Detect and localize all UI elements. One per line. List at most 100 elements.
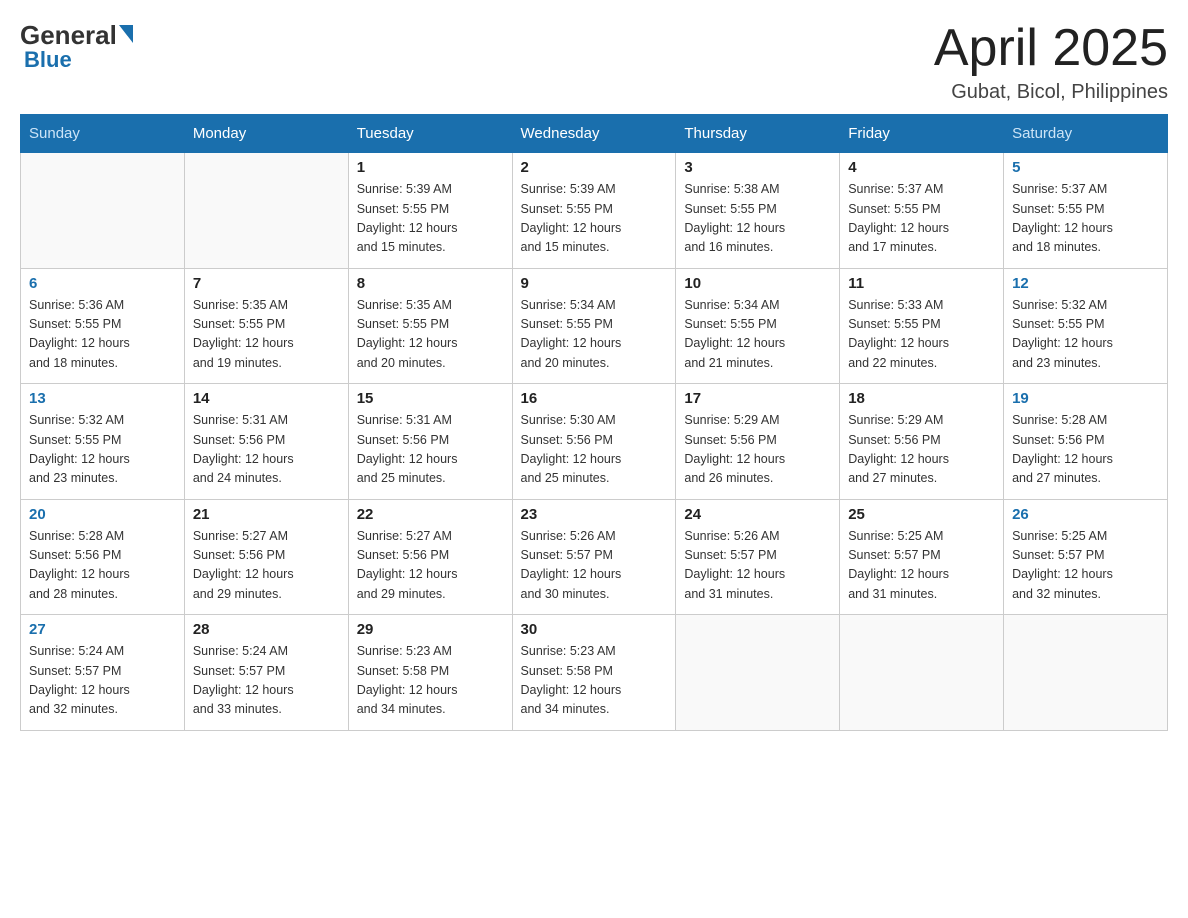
day-info: Sunrise: 5:24 AM Sunset: 5:57 PM Dayligh… — [29, 642, 176, 720]
day-info: Sunrise: 5:26 AM Sunset: 5:57 PM Dayligh… — [521, 527, 668, 605]
day-info: Sunrise: 5:34 AM Sunset: 5:55 PM Dayligh… — [521, 296, 668, 374]
day-number: 23 — [521, 506, 668, 523]
day-info: Sunrise: 5:31 AM Sunset: 5:56 PM Dayligh… — [193, 411, 340, 489]
day-number: 15 — [357, 390, 504, 407]
location-title: Gubat, Bicol, Philippines — [934, 81, 1168, 104]
title-area: April 2025 Gubat, Bicol, Philippines — [934, 20, 1168, 104]
day-number: 17 — [684, 390, 831, 407]
day-number: 24 — [684, 506, 831, 523]
page-header: General Blue April 2025 Gubat, Bicol, Ph… — [20, 20, 1168, 104]
day-number: 27 — [29, 621, 176, 638]
header-wednesday: Wednesday — [512, 115, 676, 153]
calendar-header-row: SundayMondayTuesdayWednesdayThursdayFrid… — [21, 115, 1168, 153]
day-info: Sunrise: 5:32 AM Sunset: 5:55 PM Dayligh… — [29, 411, 176, 489]
calendar-cell: 11 Sunrise: 5:33 AM Sunset: 5:55 PM Dayli… — [840, 268, 1004, 384]
day-info: Sunrise: 5:23 AM Sunset: 5:58 PM Dayligh… — [357, 642, 504, 720]
day-info: Sunrise: 5:27 AM Sunset: 5:56 PM Dayligh… — [357, 527, 504, 605]
calendar-cell: 27 Sunrise: 5:24 AM Sunset: 5:57 PM Dayli… — [21, 615, 185, 731]
day-number: 20 — [29, 506, 176, 523]
calendar-cell: 18Sunrise: 5:29 AM Sunset: 5:56 PM Dayli… — [840, 384, 1004, 500]
month-title: April 2025 — [934, 20, 1168, 77]
day-info: Sunrise: 5:36 AM Sunset: 5:55 PM Dayligh… — [29, 296, 176, 374]
calendar-week-row: 20 Sunrise: 5:28 AM Sunset: 5:56 PM Dayli… — [21, 499, 1168, 615]
calendar-cell: 13 Sunrise: 5:32 AM Sunset: 5:55 PM Dayli… — [21, 384, 185, 500]
calendar-cell — [184, 153, 348, 269]
calendar-cell — [676, 615, 840, 731]
calendar-cell: 17Sunrise: 5:29 AM Sunset: 5:56 PM Dayli… — [676, 384, 840, 500]
header-thursday: Thursday — [676, 115, 840, 153]
calendar-cell: 14 Sunrise: 5:31 AM Sunset: 5:56 PM Dayli… — [184, 384, 348, 500]
calendar-cell: 24Sunrise: 5:26 AM Sunset: 5:57 PM Dayli… — [676, 499, 840, 615]
day-info: Sunrise: 5:25 AM Sunset: 5:57 PM Dayligh… — [848, 527, 995, 605]
day-number: 16 — [521, 390, 668, 407]
day-number: 25 — [848, 506, 995, 523]
day-info: Sunrise: 5:38 AM Sunset: 5:55 PM Dayligh… — [684, 180, 831, 258]
calendar-cell: 9 Sunrise: 5:34 AM Sunset: 5:55 PM Daylig… — [512, 268, 676, 384]
calendar-cell — [21, 153, 185, 269]
day-info: Sunrise: 5:23 AM Sunset: 5:58 PM Dayligh… — [521, 642, 668, 720]
day-info: Sunrise: 5:37 AM Sunset: 5:55 PM Dayligh… — [1012, 180, 1159, 258]
calendar-cell: 5 Sunrise: 5:37 AM Sunset: 5:55 PM Daylig… — [1004, 153, 1168, 269]
calendar-week-row: 13 Sunrise: 5:32 AM Sunset: 5:55 PM Dayli… — [21, 384, 1168, 500]
day-number: 1 — [357, 159, 504, 176]
day-number: 3 — [684, 159, 831, 176]
calendar-week-row: 27 Sunrise: 5:24 AM Sunset: 5:57 PM Dayli… — [21, 615, 1168, 731]
day-number: 11 — [848, 275, 995, 292]
calendar-cell: 23 Sunrise: 5:26 AM Sunset: 5:57 PM Dayli… — [512, 499, 676, 615]
day-number: 10 — [684, 275, 831, 292]
calendar-cell: 3 Sunrise: 5:38 AM Sunset: 5:55 PM Daylig… — [676, 153, 840, 269]
day-number: 5 — [1012, 159, 1159, 176]
logo-triangle-icon — [119, 25, 133, 43]
day-number: 2 — [521, 159, 668, 176]
header-tuesday: Tuesday — [348, 115, 512, 153]
calendar-cell: 16 Sunrise: 5:30 AM Sunset: 5:56 PM Dayli… — [512, 384, 676, 500]
calendar-week-row: 1 Sunrise: 5:39 AM Sunset: 5:55 PM Daylig… — [21, 153, 1168, 269]
calendar-cell — [1004, 615, 1168, 731]
day-number: 9 — [521, 275, 668, 292]
day-number: 4 — [848, 159, 995, 176]
day-info: Sunrise: 5:39 AM Sunset: 5:55 PM Dayligh… — [521, 180, 668, 258]
calendar-cell: 26Sunrise: 5:25 AM Sunset: 5:57 PM Dayli… — [1004, 499, 1168, 615]
day-info: Sunrise: 5:24 AM Sunset: 5:57 PM Dayligh… — [193, 642, 340, 720]
logo: General Blue — [20, 20, 133, 73]
header-sunday: Sunday — [21, 115, 185, 153]
day-info: Sunrise: 5:25 AM Sunset: 5:57 PM Dayligh… — [1012, 527, 1159, 605]
calendar-cell: 7 Sunrise: 5:35 AM Sunset: 5:55 PM Daylig… — [184, 268, 348, 384]
calendar-cell: 30 Sunrise: 5:23 AM Sunset: 5:58 PM Dayli… — [512, 615, 676, 731]
day-info: Sunrise: 5:34 AM Sunset: 5:55 PM Dayligh… — [684, 296, 831, 374]
day-info: Sunrise: 5:39 AM Sunset: 5:55 PM Dayligh… — [357, 180, 504, 258]
header-saturday: Saturday — [1004, 115, 1168, 153]
day-info: Sunrise: 5:35 AM Sunset: 5:55 PM Dayligh… — [193, 296, 340, 374]
calendar-week-row: 6 Sunrise: 5:36 AM Sunset: 5:55 PM Daylig… — [21, 268, 1168, 384]
day-info: Sunrise: 5:28 AM Sunset: 5:56 PM Dayligh… — [29, 527, 176, 605]
day-number: 7 — [193, 275, 340, 292]
logo-blue-text: Blue — [24, 47, 72, 73]
day-info: Sunrise: 5:35 AM Sunset: 5:55 PM Dayligh… — [357, 296, 504, 374]
header-monday: Monday — [184, 115, 348, 153]
calendar-cell: 4 Sunrise: 5:37 AM Sunset: 5:55 PM Daylig… — [840, 153, 1004, 269]
calendar-cell: 28Sunrise: 5:24 AM Sunset: 5:57 PM Dayli… — [184, 615, 348, 731]
calendar-cell: 6 Sunrise: 5:36 AM Sunset: 5:55 PM Daylig… — [21, 268, 185, 384]
day-number: 30 — [521, 621, 668, 638]
day-number: 12 — [1012, 275, 1159, 292]
calendar-cell: 15 Sunrise: 5:31 AM Sunset: 5:56 PM Dayli… — [348, 384, 512, 500]
calendar-cell: 1 Sunrise: 5:39 AM Sunset: 5:55 PM Daylig… — [348, 153, 512, 269]
calendar-cell: 2 Sunrise: 5:39 AM Sunset: 5:55 PM Daylig… — [512, 153, 676, 269]
day-info: Sunrise: 5:27 AM Sunset: 5:56 PM Dayligh… — [193, 527, 340, 605]
day-number: 18 — [848, 390, 995, 407]
day-info: Sunrise: 5:33 AM Sunset: 5:55 PM Dayligh… — [848, 296, 995, 374]
day-number: 6 — [29, 275, 176, 292]
day-number: 14 — [193, 390, 340, 407]
day-number: 13 — [29, 390, 176, 407]
calendar-cell: 21 Sunrise: 5:27 AM Sunset: 5:56 PM Dayli… — [184, 499, 348, 615]
calendar-cell: 29Sunrise: 5:23 AM Sunset: 5:58 PM Dayli… — [348, 615, 512, 731]
day-info: Sunrise: 5:37 AM Sunset: 5:55 PM Dayligh… — [848, 180, 995, 258]
calendar-table: SundayMondayTuesdayWednesdayThursdayFrid… — [20, 114, 1168, 731]
day-info: Sunrise: 5:31 AM Sunset: 5:56 PM Dayligh… — [357, 411, 504, 489]
calendar-cell: 22Sunrise: 5:27 AM Sunset: 5:56 PM Dayli… — [348, 499, 512, 615]
day-info: Sunrise: 5:30 AM Sunset: 5:56 PM Dayligh… — [521, 411, 668, 489]
calendar-cell: 10 Sunrise: 5:34 AM Sunset: 5:55 PM Dayli… — [676, 268, 840, 384]
day-number: 21 — [193, 506, 340, 523]
calendar-cell: 19Sunrise: 5:28 AM Sunset: 5:56 PM Dayli… — [1004, 384, 1168, 500]
day-number: 8 — [357, 275, 504, 292]
